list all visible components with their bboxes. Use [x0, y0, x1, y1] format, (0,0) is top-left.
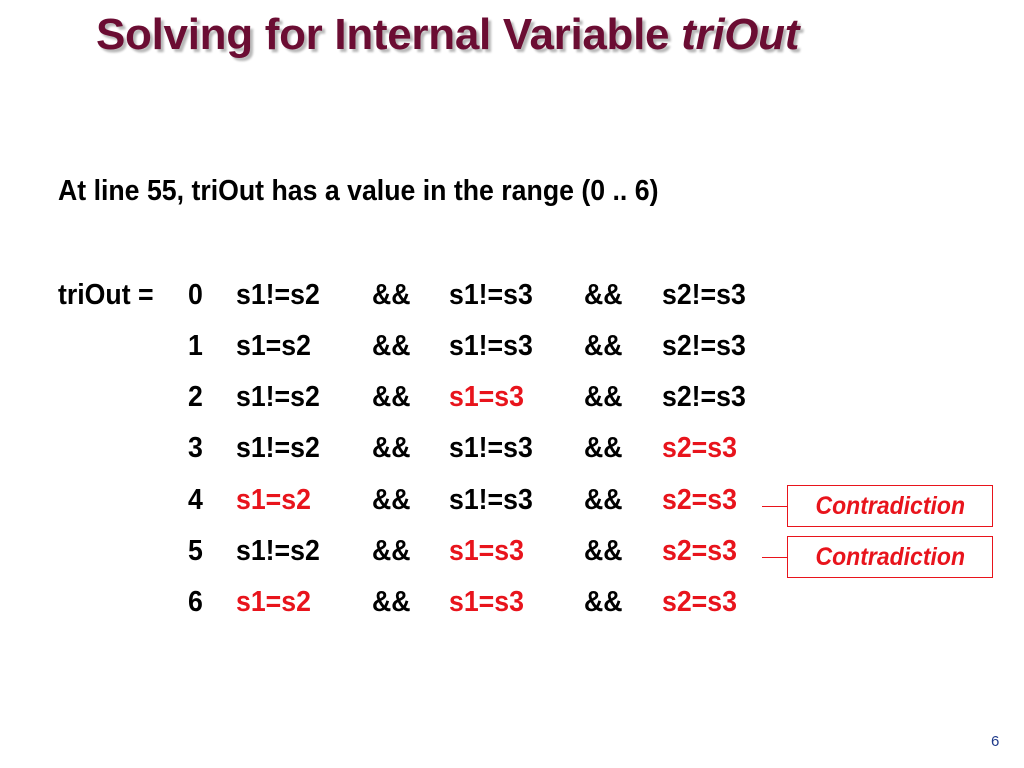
slide-title-emphasis: triOut	[681, 10, 800, 59]
contradiction-callout: Contradiction	[787, 536, 993, 578]
slide-title: Solving for Internal Variable triOut	[96, 10, 799, 60]
condition-highlighted: s2=s3	[662, 432, 737, 464]
contradiction-label: Contradiction	[815, 491, 965, 520]
triout-value: 2	[188, 381, 203, 413]
condition: s1!=s3	[449, 484, 533, 516]
condition-highlighted: s1=s3	[449, 381, 524, 413]
triout-value: 4	[188, 484, 203, 516]
condition: s1!=s2	[236, 381, 320, 413]
slide-title-prefix: Solving for Internal Variable	[96, 10, 682, 59]
callout-connector-line	[762, 557, 787, 558]
triout-value: 0	[188, 279, 203, 311]
condition-highlighted: s1=s3	[449, 535, 524, 567]
condition: s1!=s3	[449, 279, 533, 311]
condition: s2!=s3	[662, 330, 746, 362]
triout-label: triOut =	[58, 279, 154, 311]
condition: s1=s2	[236, 330, 311, 362]
condition: s1!=s3	[449, 432, 533, 464]
triout-value: 1	[188, 330, 203, 362]
and-operator: &&	[372, 330, 411, 362]
contradiction-callout: Contradiction	[787, 485, 993, 527]
condition-highlighted: s1=s2	[236, 586, 311, 618]
and-operator: &&	[584, 484, 623, 516]
triout-value: 5	[188, 535, 203, 567]
and-operator: &&	[372, 586, 411, 618]
page-number: 6	[991, 733, 1000, 750]
and-operator: &&	[372, 279, 411, 311]
condition: s1!=s2	[236, 432, 320, 464]
condition-highlighted: s2=s3	[662, 484, 737, 516]
condition: s1!=s2	[236, 535, 320, 567]
condition: s2!=s3	[662, 381, 746, 413]
and-operator: &&	[584, 432, 623, 464]
and-operator: &&	[584, 381, 623, 413]
and-operator: &&	[372, 484, 411, 516]
triout-value: 3	[188, 432, 203, 464]
condition: s1!=s3	[449, 330, 533, 362]
condition-highlighted: s1=s2	[236, 484, 311, 516]
and-operator: &&	[584, 535, 623, 567]
triout-value: 6	[188, 586, 203, 618]
contradiction-label: Contradiction	[815, 542, 965, 571]
condition-highlighted: s1=s3	[449, 586, 524, 618]
condition: s2!=s3	[662, 279, 746, 311]
and-operator: &&	[584, 586, 623, 618]
callout-connector-line	[762, 506, 787, 507]
condition-highlighted: s2=s3	[662, 535, 737, 567]
and-operator: &&	[372, 535, 411, 567]
and-operator: &&	[584, 279, 623, 311]
and-operator: &&	[372, 381, 411, 413]
range-statement: At line 55, triOut has a value in the ra…	[58, 175, 659, 207]
condition: s1!=s2	[236, 279, 320, 311]
and-operator: &&	[372, 432, 411, 464]
condition-highlighted: s2=s3	[662, 586, 737, 618]
and-operator: &&	[584, 330, 623, 362]
